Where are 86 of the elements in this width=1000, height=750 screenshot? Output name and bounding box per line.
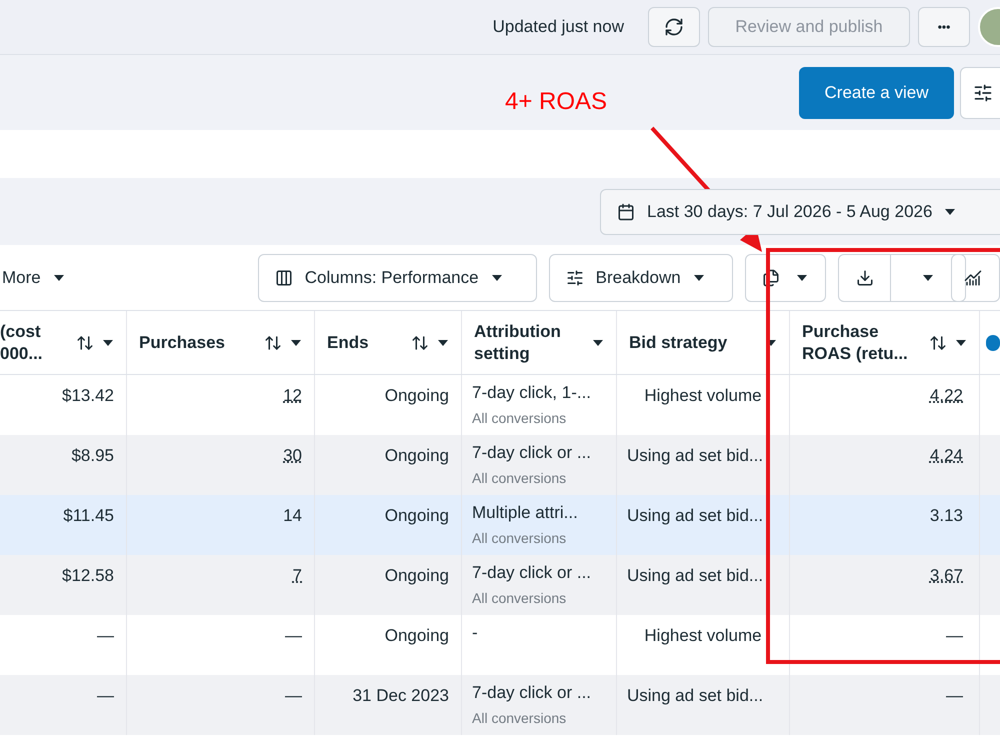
copy-icon	[762, 268, 780, 286]
cell-subtitle: All conversions	[472, 409, 568, 428]
settings-icon	[973, 82, 993, 102]
breakdown-icon	[566, 268, 584, 286]
chart-icon	[964, 268, 982, 286]
caret-icon	[944, 208, 956, 216]
caret-icon	[52, 274, 65, 282]
column-header[interactable]: Bid strategy	[617, 311, 790, 374]
caret-icon	[102, 338, 114, 346]
columns-icon	[274, 268, 293, 286]
table-cell: 4.22	[930, 386, 963, 405]
annotation-label: 4+ ROAS	[505, 87, 608, 117]
table-cell: $12.58	[62, 566, 114, 585]
add-column-icon[interactable]	[986, 334, 1000, 350]
table-cell: —	[97, 686, 114, 705]
table-cell: —	[946, 626, 963, 645]
cell-subtitle: All conversions	[472, 709, 568, 728]
table-row[interactable]: $12.58 7 Ongoing 7-day click or ... All conversions Using ad set bid... 3.67	[0, 555, 1000, 615]
table-cell: Using ad set bid...	[627, 686, 764, 705]
more-dropdown[interactable]: More	[2, 264, 65, 290]
caret-icon	[290, 338, 302, 346]
table-row[interactable]: $8.95 30 Ongoing 7-day click or ... All conversions Using ad set bid... 4.24	[0, 435, 1000, 495]
create-view-button[interactable]: Create a view	[799, 66, 954, 118]
table-cell: Highest volume	[644, 626, 762, 645]
table-cell: —	[285, 686, 302, 705]
download-icon	[856, 268, 874, 286]
table-cell: 3.67	[930, 566, 963, 585]
caret-icon	[955, 338, 967, 346]
more-button[interactable]: •••	[918, 7, 970, 47]
column-header[interactable]: Purchases	[127, 311, 315, 374]
duplicate-button[interactable]	[745, 254, 826, 302]
table-cell-text: -	[472, 623, 479, 643]
table-cell: Using ad set bid...	[627, 566, 764, 585]
table-cell: —	[946, 686, 963, 705]
table-cell-text: 7-day click or ...	[472, 563, 592, 583]
date-range-picker[interactable]: Last 30 days: 7 Jul 2026 - 5 Aug 2026	[600, 188, 1000, 234]
calendar-icon	[617, 202, 635, 220]
table-row[interactable]: $11.45 14 Ongoing Multiple attri... All conversions Using ad set bid... 3.13	[0, 495, 1000, 555]
column-header[interactable]: Attribution setting	[462, 311, 617, 374]
breakdown-button[interactable]: Breakdown	[548, 254, 734, 302]
table-cell-text: 7-day click, 1-...	[472, 383, 592, 403]
table-cell: Ongoing	[384, 446, 449, 465]
table-cell: Using ad set bid...	[627, 446, 764, 465]
caret-icon	[437, 338, 449, 346]
table-cell: 14	[283, 506, 302, 525]
table-cell: 3.13	[930, 506, 963, 525]
table-cell: Ongoing	[384, 506, 449, 525]
table-cell: Using ad set bid...	[627, 506, 764, 525]
caret-icon	[490, 274, 503, 282]
table-cell: Ongoing	[384, 626, 449, 645]
table-cell: 31 Dec 2023	[352, 686, 449, 705]
chart-button[interactable]	[950, 254, 1000, 302]
caret-icon	[692, 274, 705, 282]
column-header[interactable]: Ends	[315, 311, 462, 374]
table-cell: 7	[292, 566, 302, 585]
caret-icon	[922, 274, 934, 282]
update-status: Updated just now	[492, 16, 624, 38]
table-row[interactable]: — — 31 Dec 2023 7-day click or ... All conversions Using ad set bid... —	[0, 675, 1000, 735]
sort-icon	[929, 334, 947, 352]
table-cell: 12	[283, 386, 302, 405]
table-cell: Ongoing	[384, 386, 449, 405]
table-cell: Highest volume	[644, 386, 762, 405]
sort-icon	[411, 334, 429, 352]
refresh-button[interactable]	[648, 7, 700, 47]
table-cell: 30	[283, 446, 302, 465]
sort-icon	[264, 334, 282, 352]
caret-icon	[592, 338, 604, 346]
table-cell: 4.24	[930, 446, 963, 465]
table-cell: $8.95	[71, 446, 114, 465]
table-cell: $11.45	[63, 506, 114, 525]
cell-subtitle: All conversions	[472, 529, 568, 548]
caret-icon	[796, 274, 808, 282]
table-cell-text: Multiple attri...	[472, 503, 579, 523]
table-cell: —	[97, 626, 114, 645]
sort-icon	[76, 334, 94, 352]
column-header[interactable]: (cost 000...	[0, 311, 127, 374]
cell-subtitle: All conversions	[472, 469, 568, 488]
columns-button[interactable]: Columns: Performance	[258, 254, 537, 302]
table-cell-text: 7-day click or ...	[472, 443, 592, 463]
table-cell: Ongoing	[384, 566, 449, 585]
cell-subtitle: All conversions	[472, 589, 568, 608]
table-cell-text: 7-day click or ...	[472, 683, 592, 703]
column-header[interactable]: Purchase ROAS (retu...	[790, 311, 980, 374]
table-cell: —	[285, 626, 302, 645]
table-cell: $13.42	[62, 386, 114, 405]
refresh-icon	[664, 17, 684, 37]
